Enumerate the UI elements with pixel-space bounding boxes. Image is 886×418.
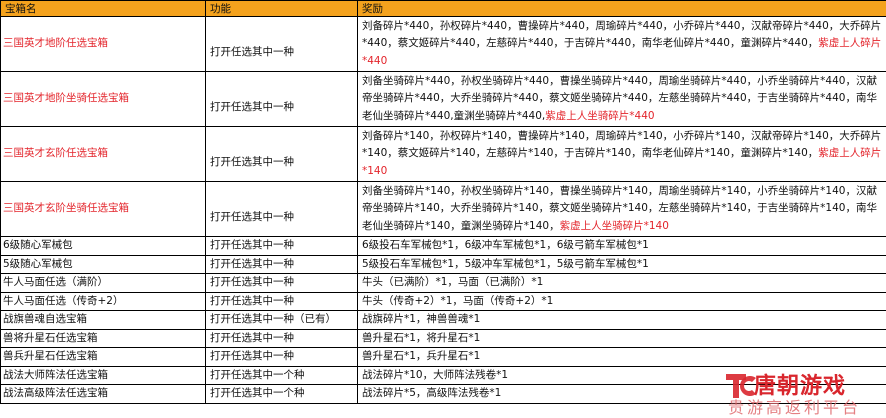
box-reward: 6级投石车军械包*1，6级冲车军械包*1，6级弓箭车军械包*1 <box>357 236 886 256</box>
box-function: 打开任选其中一个种 <box>205 384 358 404</box>
box-reward: 刘备坐骑碎片*140，孙权坐骑碎片*140，曹操坐骑碎片*140，周瑜坐骑碎片*… <box>357 181 886 237</box>
box-function: 打开任选其中一种 <box>205 16 358 72</box>
box-name: 牛人马面任选（传奇+2） <box>0 291 206 311</box>
box-function: 打开任选其中一种 <box>205 236 358 256</box>
box-reward: 刘备碎片*140，孙权碎片*140，曹操碎片*140，周瑜碎片*140，小乔碎片… <box>357 126 886 182</box>
box-name: 三国英才地阶任选宝箱 <box>0 16 206 72</box>
box-function: 打开任选其中一种 <box>205 181 358 237</box>
box-reward: 战法碎片*10，大师阵法残卷*1 <box>357 365 886 385</box>
box-name: 战法高级阵法任选宝箱 <box>0 384 206 404</box>
table-row: 战旗兽魂自选宝箱 打开任选其中一种（已有） 战旗碎片*1，神兽兽魂*1 <box>0 310 886 330</box>
reward-text: 刘备碎片*440，孙权碎片*440，曹操碎片*440，周瑜碎片*440，小乔碎片… <box>362 19 882 50</box>
box-function: 打开任选其中一个种 <box>205 365 358 385</box>
box-reward: 兽升星石*1，将升星石*1 <box>357 328 886 348</box>
box-name: 牛人马面任选（满阶） <box>0 273 206 293</box>
table-row: 兽兵升星石任选宝箱 打开任选其中一种 兽升星石*1，兵升星石*1 <box>0 347 886 367</box>
table-row: 5级随心军械包 打开任选其中一种 5级投石车军械包*1，5级冲车军械包*1，5级… <box>0 254 886 274</box>
box-function: 打开任选其中一种 <box>205 273 358 293</box>
table-row: 牛人马面任选（满阶） 打开任选其中一种 牛头（已满阶）*1，马面（已满阶）*1 <box>0 273 886 293</box>
header-function: 功能 <box>205 0 358 17</box>
table-row: 6级随心军械包 打开任选其中一种 6级投石车军械包*1，6级冲车军械包*1，6级… <box>0 236 886 256</box>
table-row: 兽将升星石任选宝箱 打开任选其中一种 兽升星石*1，将升星石*1 <box>0 328 886 348</box>
table-row: 三国英才地阶任选宝箱 打开任选其中一种 刘备碎片*440，孙权碎片*440，曹操… <box>0 16 886 72</box>
box-reward: 牛头（已满阶）*1，马面（已满阶）*1 <box>357 273 886 293</box>
box-name: 兽将升星石任选宝箱 <box>0 328 206 348</box>
box-name: 6级随心军械包 <box>0 236 206 256</box>
table-row: 三国英才玄阶坐骑任选宝箱 打开任选其中一种 刘备坐骑碎片*140，孙权坐骑碎片*… <box>0 181 886 237</box>
box-name: 兽兵升星石任选宝箱 <box>0 347 206 367</box>
box-function: 打开任选其中一种 <box>205 347 358 367</box>
box-function: 打开任选其中一种（已有） <box>205 310 358 330</box>
table-row: 战法高级阵法任选宝箱 打开任选其中一个种 战法碎片*5，高级阵法残卷*1 <box>0 384 886 404</box>
header-box-name: 宝箱名 <box>0 0 206 17</box>
box-function: 打开任选其中一种 <box>205 328 358 348</box>
box-reward: 5级投石车军械包*1，5级冲车军械包*1，5级弓箭车军械包*1 <box>357 254 886 274</box>
box-reward: 战法碎片*5，高级阵法残卷*1 <box>357 384 886 404</box>
box-reward: 牛头（传奇+2）*1，马面（传奇+2）*1 <box>357 291 886 311</box>
table-row: 三国英才地阶坐骑任选宝箱 打开任选其中一种 刘备坐骑碎片*440，孙权坐骑碎片*… <box>0 71 886 127</box>
header-reward: 奖励 <box>357 0 886 17</box>
box-reward: 兽升星石*1，兵升星石*1 <box>357 347 886 367</box>
box-function: 打开任选其中一种 <box>205 254 358 274</box>
reward-table: 宝箱名 功能 奖励 三国英才地阶任选宝箱 打开任选其中一种 刘备碎片*440，孙… <box>0 0 886 404</box>
box-function: 打开任选其中一种 <box>205 126 358 182</box>
box-function: 打开任选其中一种 <box>205 291 358 311</box>
box-name: 5级随心军械包 <box>0 254 206 274</box>
table-row: 三国英才玄阶任选宝箱 打开任选其中一种 刘备碎片*140，孙权碎片*140，曹操… <box>0 126 886 182</box>
table-row: 牛人马面任选（传奇+2） 打开任选其中一种 牛头（传奇+2）*1，马面（传奇+2… <box>0 291 886 311</box>
box-reward: 战旗碎片*1，神兽兽魂*1 <box>357 310 886 330</box>
table-header-row: 宝箱名 功能 奖励 <box>0 0 886 17</box>
box-name: 战法大师阵法任选宝箱 <box>0 365 206 385</box>
box-reward: 刘备坐骑碎片*440，孙权坐骑碎片*440，曹操坐骑碎片*440，周瑜坐骑碎片*… <box>357 71 886 127</box>
box-name: 三国英才玄阶坐骑任选宝箱 <box>0 181 206 237</box>
box-name: 战旗兽魂自选宝箱 <box>0 310 206 330</box>
reward-text: 刘备碎片*140，孙权碎片*140，曹操碎片*140，周瑜碎片*140，小乔碎片… <box>362 129 882 160</box>
box-function: 打开任选其中一种 <box>205 71 358 127</box>
reward-highlight: 紫虚上人坐骑碎片*440 <box>545 109 655 122</box>
box-name: 三国英才玄阶任选宝箱 <box>0 126 206 182</box>
table-row: 战法大师阵法任选宝箱 打开任选其中一个种 战法碎片*10，大师阵法残卷*1 <box>0 365 886 385</box>
reward-highlight: 紫虚上人坐骑碎片*140 <box>559 219 669 232</box>
box-reward: 刘备碎片*440，孙权碎片*440，曹操碎片*440，周瑜碎片*440，小乔碎片… <box>357 16 886 72</box>
box-name: 三国英才地阶坐骑任选宝箱 <box>0 71 206 127</box>
